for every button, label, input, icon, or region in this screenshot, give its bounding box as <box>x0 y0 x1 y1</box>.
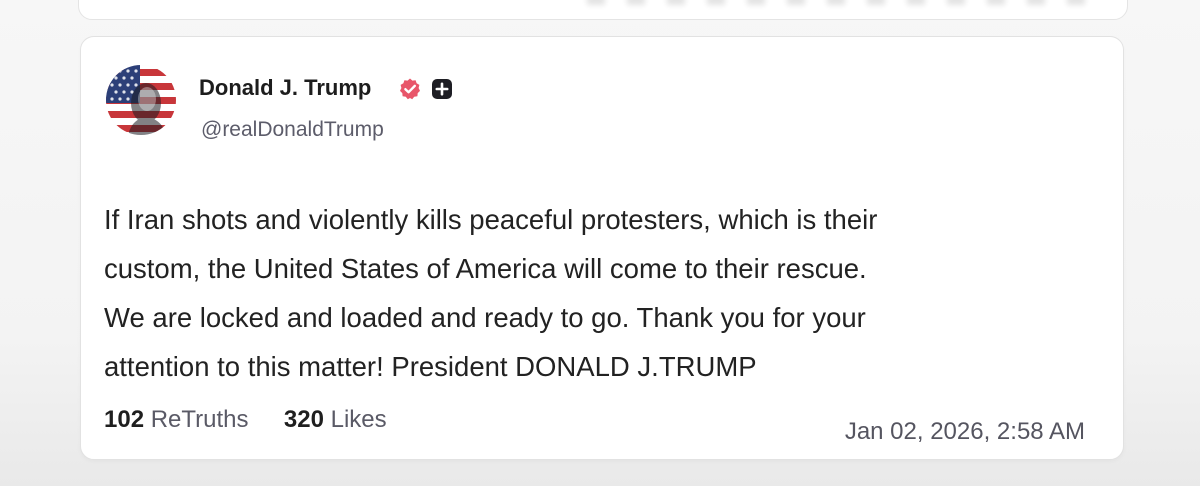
post-timestamp[interactable]: Jan 02, 2026, 2:58 AM <box>845 418 1085 446</box>
post-stats: 102 ReTruths 320 Likes <box>104 406 387 434</box>
previous-post-card <box>78 0 1128 20</box>
post-text-line: If Iran shots and violently kills peacef… <box>104 204 878 235</box>
retruths-stat[interactable]: 102 ReTruths <box>104 406 255 433</box>
retruths-label: ReTruths <box>150 406 249 433</box>
likes-stat[interactable]: 320 Likes <box>284 406 387 433</box>
likes-label: Likes <box>330 406 387 433</box>
author-name[interactable]: Donald J. Trump <box>199 75 371 101</box>
verified-check-icon <box>400 78 420 100</box>
retruths-count: 102 <box>104 406 145 433</box>
likes-count: 320 <box>283 406 324 433</box>
post-body: If Iran shots and violently kills peacef… <box>104 195 1094 391</box>
avatar[interactable] <box>106 65 176 135</box>
truth-post-card[interactable]: Donald J. Trump @realDonaldTrump If Iran… <box>80 36 1124 460</box>
post-text-line: We are locked and loaded and ready to go… <box>104 302 866 333</box>
post-text-line: attention to this matter! President DONA… <box>104 351 757 382</box>
plus-badge-icon <box>432 79 452 99</box>
previous-post-footer <box>587 0 1087 5</box>
author-handle[interactable]: @realDonaldTrump <box>201 118 384 142</box>
post-text-line: custom, the United States of America wil… <box>104 253 867 284</box>
